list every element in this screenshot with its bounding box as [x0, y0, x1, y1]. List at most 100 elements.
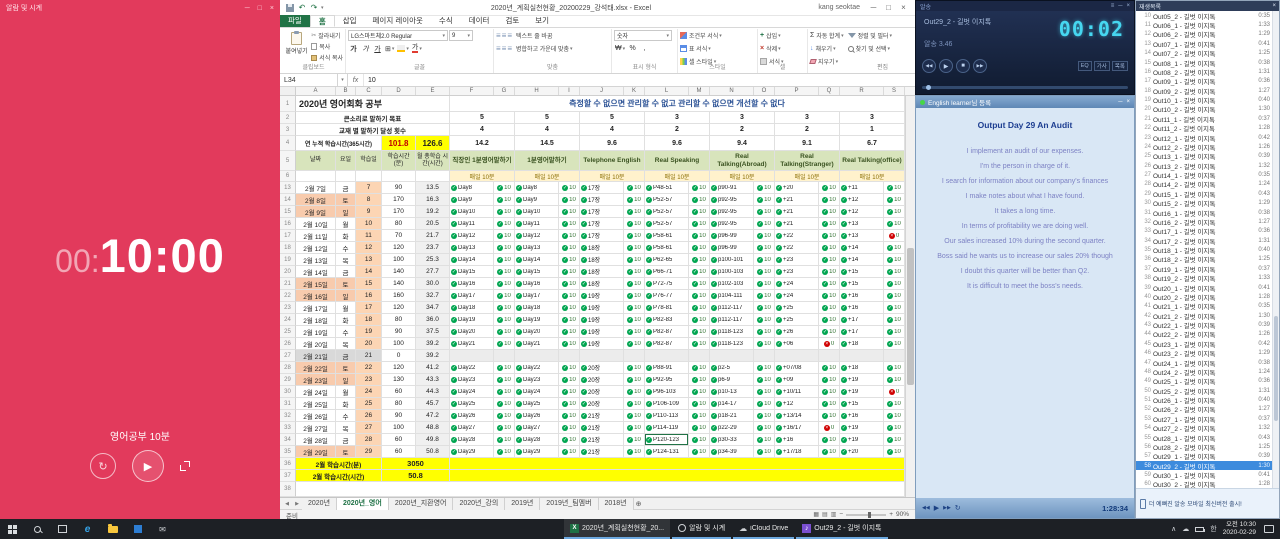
- date-cell[interactable]: 2월 16일: [296, 290, 336, 302]
- cumulative-hours-cell[interactable]: 19.2: [416, 206, 450, 218]
- activity-cell[interactable]: ✓ Day15: [515, 266, 559, 278]
- ribbon-tab-데이터[interactable]: 데이터: [461, 15, 498, 27]
- minutes-cell[interactable]: 140: [382, 266, 416, 278]
- minute-badge-cell[interactable]: ✓ 10: [754, 434, 775, 446]
- activity-cell[interactable]: ✓ 17장: [580, 182, 624, 194]
- activity-cell[interactable]: ✓ +12: [775, 398, 819, 410]
- sheet-nav-left-icon[interactable]: ◀: [282, 501, 292, 507]
- activity-cell[interactable]: ✓ +15: [840, 278, 884, 290]
- cumulative-hours-cell[interactable]: 39.2: [416, 350, 450, 362]
- minute-badge-cell[interactable]: ✓ 10: [559, 290, 580, 302]
- minutes-cell[interactable]: 100: [382, 422, 416, 434]
- achieve-value[interactable]: 2: [645, 124, 710, 136]
- playlist-item[interactable]: 52 Out26_2 - 길벗 이지톡 1:27: [1136, 405, 1272, 414]
- excel-user-name[interactable]: kang seoktae: [818, 4, 860, 11]
- cell[interactable]: [356, 171, 382, 182]
- date-cell[interactable]: 2월 24일: [296, 386, 336, 398]
- minute-badge-cell[interactable]: ✓ 10: [689, 410, 710, 422]
- minute-badge-cell[interactable]: ✓ 10: [819, 242, 840, 254]
- studyday-cell[interactable]: 26: [356, 410, 382, 422]
- minute-badge-cell[interactable]: ✓ 10: [689, 398, 710, 410]
- minute-badge-cell[interactable]: ✓ 10: [494, 422, 515, 434]
- minutes-cell[interactable]: 100: [382, 254, 416, 266]
- taskbar-clock[interactable]: 오전 10:30 2020-02-29: [1223, 521, 1258, 538]
- activity-cell[interactable]: ✓ +16: [840, 410, 884, 422]
- minutes-cell[interactable]: 120: [382, 242, 416, 254]
- activity-cell[interactable]: ✓ P52-57: [645, 218, 689, 230]
- activity-cell[interactable]: ✓ P72-75: [645, 278, 689, 290]
- activity-cell[interactable]: ✓ P114-119: [645, 422, 689, 434]
- vertical-scrollbar[interactable]: [905, 96, 915, 497]
- category-total[interactable]: 14.5: [515, 136, 580, 151]
- date-cell[interactable]: 2월 21일: [296, 350, 336, 362]
- row-header[interactable]: 24: [280, 314, 296, 326]
- format-as-table-button[interactable]: 표 서식 ▾: [680, 43, 722, 54]
- row-header[interactable]: 13: [280, 182, 296, 194]
- minute-badge-cell[interactable]: ✓ 10: [819, 410, 840, 422]
- achieve-value[interactable]: 4: [450, 124, 515, 136]
- activity-cell[interactable]: ✓ 21장: [580, 446, 624, 458]
- activity-cell[interactable]: ✓ Day19: [450, 314, 494, 326]
- minutes-cell[interactable]: 120: [382, 302, 416, 314]
- activity-cell[interactable]: ✓ +14: [840, 242, 884, 254]
- activity-cell[interactable]: ✓ Day11: [450, 218, 494, 230]
- minute-badge-cell[interactable]: ✓ 10: [559, 422, 580, 434]
- row-header[interactable]: 22: [280, 290, 296, 302]
- minute-badge-cell[interactable]: ✓ 10: [494, 362, 515, 374]
- minute-badge-cell[interactable]: [494, 350, 515, 362]
- cumulative-hours-cell[interactable]: 23.7: [416, 242, 450, 254]
- activity-cell[interactable]: ✓ 20장: [580, 362, 624, 374]
- column-header-J[interactable]: J: [580, 87, 624, 95]
- playlist-item[interactable]: 23 Out12_1 - 길벗 이지톡 0:42: [1136, 133, 1272, 143]
- activity-cell[interactable]: ✓ P78-81: [645, 302, 689, 314]
- activity-cell[interactable]: ✓ +20: [775, 182, 819, 194]
- minute-badge-cell[interactable]: ✓ 10: [754, 362, 775, 374]
- lyrics-repeat-icon[interactable]: ↻: [955, 504, 961, 512]
- playlist-item[interactable]: 44 Out22_2 - 길벗 이지톡 1:26: [1136, 330, 1272, 339]
- minute-badge-cell[interactable]: ✓ 10: [884, 206, 905, 218]
- category-total[interactable]: 9.4: [710, 136, 775, 151]
- studyday-cell[interactable]: 29: [356, 446, 382, 458]
- mail-button[interactable]: ✉: [150, 519, 175, 539]
- minute-badge-cell[interactable]: ✓ 10: [559, 410, 580, 422]
- category-total[interactable]: 9.6: [645, 136, 710, 151]
- playlist-item[interactable]: 24 Out12_2 - 길벗 이지톡 1:26: [1136, 142, 1272, 152]
- playlist-scrollbar[interactable]: [1272, 11, 1279, 488]
- annual-minutes[interactable]: 101.8: [382, 136, 416, 151]
- column-header-N[interactable]: N: [710, 87, 754, 95]
- format-painter-button[interactable]: 서식 복사: [311, 52, 343, 63]
- weekday-cell[interactable]: 수: [336, 326, 356, 338]
- cumulative-hours-cell[interactable]: 32.7: [416, 290, 450, 302]
- activity-cell[interactable]: ✓ +16: [840, 302, 884, 314]
- minute-badge-cell[interactable]: ✓ 10: [754, 386, 775, 398]
- fill-color-button[interactable]: ▾: [396, 43, 410, 54]
- activity-cell[interactable]: ✓ +15: [840, 398, 884, 410]
- activity-cell[interactable]: ✓ Day15: [450, 266, 494, 278]
- date-cell[interactable]: 2월 27일: [296, 422, 336, 434]
- minute-badge-cell[interactable]: ✓ 10: [624, 254, 645, 266]
- studyday-cell[interactable]: 8: [356, 194, 382, 206]
- file-explorer-button[interactable]: [100, 519, 125, 539]
- minute-badge-cell[interactable]: ✓ 10: [819, 218, 840, 230]
- ribbon-tab-보기[interactable]: 보기: [527, 15, 557, 27]
- ribbon-tab-페이지 레이아웃[interactable]: 페이지 레이아웃: [365, 15, 431, 27]
- fx-icon[interactable]: fx: [348, 74, 364, 86]
- activity-cell[interactable]: ✓ Day10: [450, 206, 494, 218]
- activity-cell[interactable]: ✓ +25: [775, 302, 819, 314]
- minute-badge-cell[interactable]: ✓ 10: [494, 314, 515, 326]
- cumulative-hours-cell[interactable]: 21.7: [416, 230, 450, 242]
- playlist-item[interactable]: 49 Out25_1 - 길벗 이지톡 0:36: [1136, 377, 1272, 386]
- minutes-cell[interactable]: 60: [382, 386, 416, 398]
- minute-badge-cell[interactable]: ✓ 10: [559, 218, 580, 230]
- copy-button[interactable]: 복사: [311, 41, 343, 52]
- eq-button[interactable]: EQ: [1077, 61, 1092, 71]
- paste-button[interactable]: 붙여넣기: [284, 30, 309, 55]
- activity-cell[interactable]: ✓ 19장: [580, 338, 624, 350]
- lyrics-play-icon[interactable]: ▶: [934, 504, 939, 512]
- activity-cell[interactable]: ✓ +13: [840, 218, 884, 230]
- activity-cell[interactable]: ✓ 17장: [580, 230, 624, 242]
- minute-badge-cell[interactable]: ✓ 10: [754, 266, 775, 278]
- align-center-icon[interactable]: ≡: [502, 44, 507, 53]
- row-header[interactable]: 38: [280, 482, 296, 497]
- activity-cell[interactable]: ✓ +12: [840, 194, 884, 206]
